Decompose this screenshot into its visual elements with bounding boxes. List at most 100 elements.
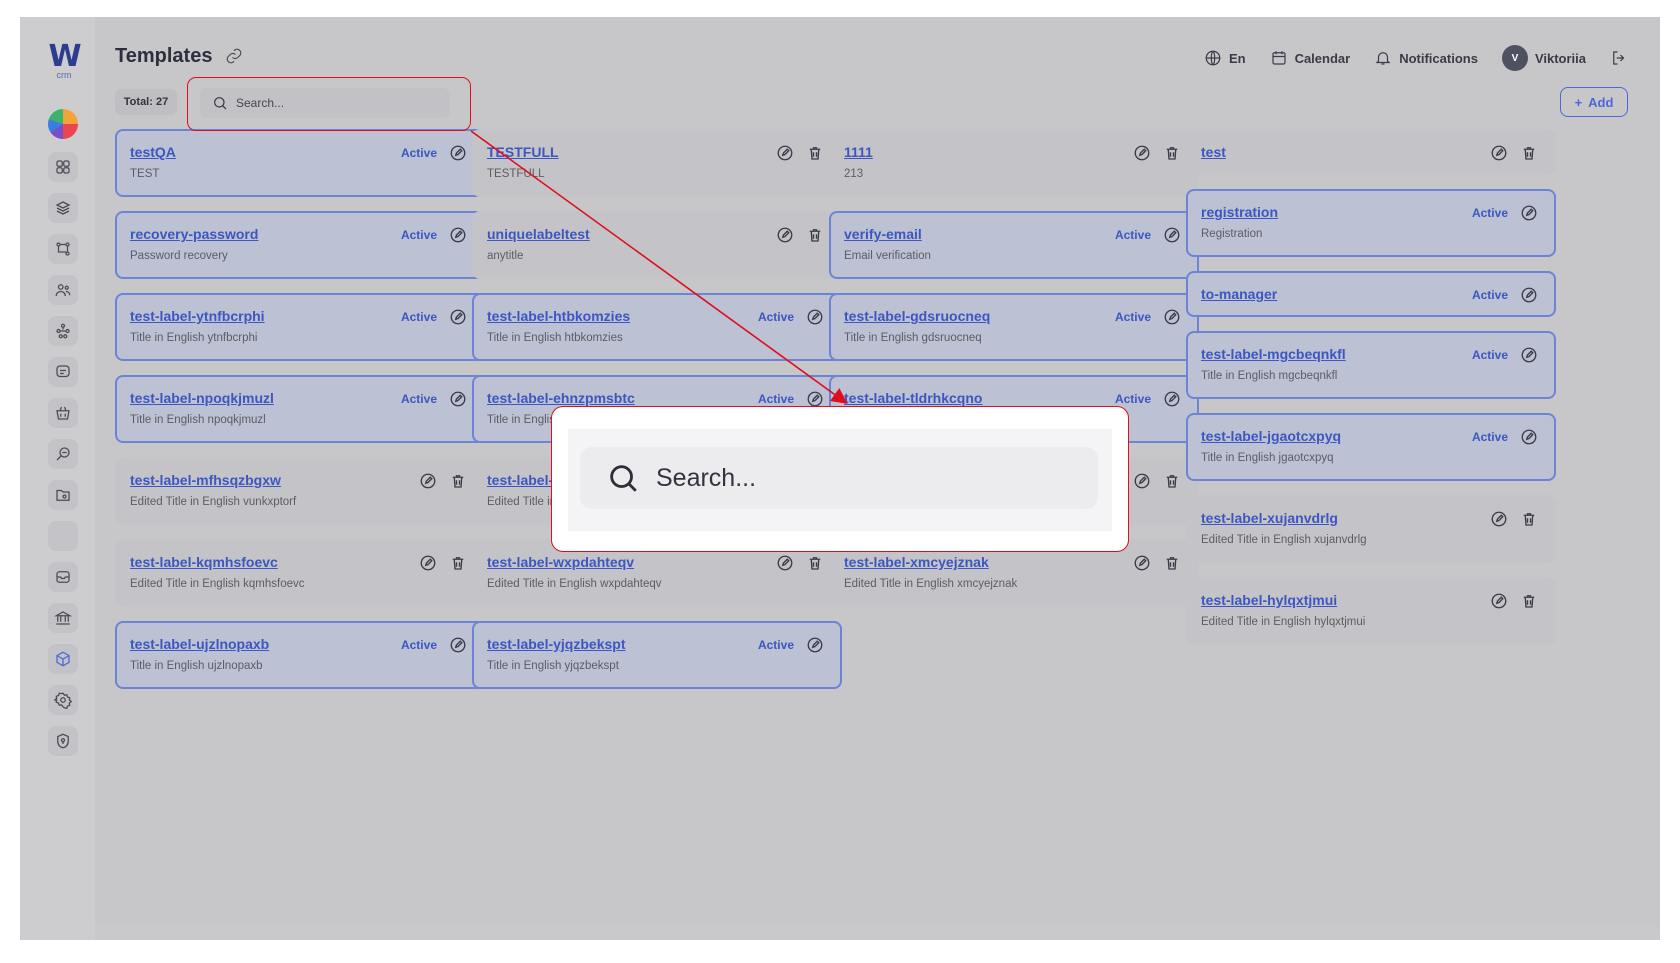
template-card[interactable]: test-label-hylqxtjmui Edited Title in Eng… (1186, 577, 1556, 645)
template-label[interactable]: test-label-tldrhkcqno (844, 390, 982, 406)
template-label[interactable]: test (1201, 144, 1226, 160)
template-label[interactable]: test-label-ujzlnopaxb (130, 636, 269, 652)
template-card[interactable]: test-label-ujzlnopaxb Title in English uj… (115, 621, 485, 689)
sidebar-item-users[interactable] (48, 275, 78, 305)
template-label[interactable]: test-label-mgcbeqnkfl (1201, 346, 1346, 362)
delete-icon[interactable] (806, 144, 826, 164)
template-card[interactable]: test-label-mgcbeqnkfl Title in English mg… (1186, 331, 1556, 399)
template-label[interactable]: to-manager (1201, 286, 1277, 302)
template-card[interactable]: uniquelabeltest anytitle (472, 211, 842, 279)
template-card[interactable]: test-label-xujanvdrlg Edited Title in Eng… (1186, 495, 1556, 563)
sidebar-item-hierarchy[interactable] (48, 234, 78, 264)
sidebar-item-inbox[interactable] (48, 562, 78, 592)
edit-icon[interactable] (1163, 226, 1183, 246)
template-label[interactable]: test-label-ehnzpmsbtc (487, 390, 635, 406)
edit-icon[interactable] (419, 472, 439, 492)
delete-icon[interactable] (1520, 144, 1540, 164)
template-card[interactable]: test-label-ytnfbcrphi Title in English yt… (115, 293, 485, 361)
edit-icon[interactable] (1490, 144, 1510, 164)
delete-icon[interactable] (1520, 510, 1540, 530)
edit-icon[interactable] (1133, 554, 1153, 574)
template-label[interactable]: 1111 (844, 144, 873, 160)
edit-icon[interactable] (1520, 428, 1540, 448)
sidebar-item-empty-slot[interactable] (48, 521, 78, 551)
edit-icon[interactable] (449, 226, 469, 246)
edit-icon[interactable] (1133, 144, 1153, 164)
sidebar-item-key-search[interactable] (48, 439, 78, 469)
template-label[interactable]: test-label-gdsruocneq (844, 308, 990, 324)
template-card[interactable]: verify-email Email verification Active (829, 211, 1199, 279)
link-icon[interactable] (225, 47, 243, 65)
template-label[interactable]: testQA (130, 144, 176, 160)
edit-icon[interactable] (449, 144, 469, 164)
template-label[interactable]: TESTFULL (487, 144, 559, 160)
edit-icon[interactable] (1490, 510, 1510, 530)
edit-icon[interactable] (1520, 204, 1540, 224)
edit-icon[interactable] (1163, 390, 1183, 410)
edit-icon[interactable] (1163, 308, 1183, 328)
sidebar-item-bank[interactable] (48, 603, 78, 633)
delete-icon[interactable] (1163, 554, 1183, 574)
edit-icon[interactable] (1133, 472, 1153, 492)
notifications-link[interactable]: Notifications (1374, 49, 1478, 67)
edit-icon[interactable] (449, 636, 469, 656)
logout-button[interactable] (1610, 49, 1628, 67)
sidebar-item-settings[interactable] (48, 685, 78, 715)
edit-icon[interactable] (806, 308, 826, 328)
delete-icon[interactable] (806, 226, 826, 246)
color-wheel-icon[interactable] (48, 109, 78, 139)
sidebar-item-folder[interactable] (48, 480, 78, 510)
edit-icon[interactable] (776, 226, 796, 246)
delete-icon[interactable] (1520, 592, 1540, 612)
template-card[interactable]: test-label-yjqzbekspt Title in English yj… (472, 621, 842, 689)
template-card[interactable]: test-label-gdsruocneq Title in English gd… (829, 293, 1199, 361)
calendar-link[interactable]: Calendar (1270, 49, 1350, 67)
template-label[interactable]: test-label-hylqxtjmui (1201, 592, 1337, 608)
template-label[interactable]: recovery-password (130, 226, 258, 242)
template-card[interactable]: test-label-htbkomzies Title in English ht… (472, 293, 842, 361)
template-label[interactable]: verify-email (844, 226, 922, 242)
user-menu[interactable]: V Viktoriia (1501, 45, 1586, 71)
template-card[interactable]: to-manager Active (1186, 271, 1556, 317)
template-label[interactable]: test-label-htbkomzies (487, 308, 630, 324)
template-label[interactable]: test-label-xujanvdrlg (1201, 510, 1338, 526)
template-label[interactable]: test-label-wxpdahteqv (487, 554, 634, 570)
template-label[interactable]: test-label-ytnfbcrphi (130, 308, 265, 324)
template-label[interactable]: test-label-yjqzbekspt (487, 636, 625, 652)
add-button[interactable]: + Add (1560, 87, 1628, 117)
delete-icon[interactable] (1163, 472, 1183, 492)
edit-icon[interactable] (1520, 346, 1540, 366)
delete-icon[interactable] (1163, 144, 1183, 164)
app-logo[interactable]: W crm (44, 42, 84, 83)
template-label[interactable]: uniquelabeltest (487, 226, 590, 242)
template-card[interactable]: recovery-password Password recovery Active (115, 211, 485, 279)
template-card[interactable]: test (1186, 129, 1556, 175)
template-card[interactable]: test-label-jgaotcxpyq Title in English jg… (1186, 413, 1556, 481)
edit-icon[interactable] (776, 554, 796, 574)
delete-icon[interactable] (449, 472, 469, 492)
zoomed-search-input[interactable]: Search... (580, 447, 1098, 509)
edit-icon[interactable] (776, 144, 796, 164)
template-card[interactable]: test-label-kqmhsfoevc Edited Title in Eng… (115, 539, 485, 607)
template-label[interactable]: test-label-mfhsqzbgxw (130, 472, 281, 488)
template-label[interactable]: test-label-jgaotcxpyq (1201, 428, 1341, 444)
template-card[interactable]: 1111 213 (829, 129, 1199, 197)
edit-icon[interactable] (806, 636, 826, 656)
template-label[interactable]: test-label-xmcyejznak (844, 554, 989, 570)
template-card[interactable]: registration Registration Active (1186, 189, 1556, 257)
edit-icon[interactable] (449, 390, 469, 410)
sidebar-item-messages[interactable] (48, 357, 78, 387)
edit-icon[interactable] (1520, 286, 1540, 306)
template-card[interactable]: test-label-mfhsqzbgxw Edited Title in Eng… (115, 457, 485, 525)
language-switcher[interactable]: En (1204, 49, 1246, 67)
edit-icon[interactable] (419, 554, 439, 574)
edit-icon[interactable] (449, 308, 469, 328)
template-label[interactable]: test-label-npoqkjmuzl (130, 390, 274, 406)
sidebar-item-basket[interactable] (48, 398, 78, 428)
template-card[interactable]: TESTFULL TESTFULL (472, 129, 842, 197)
template-label[interactable]: registration (1201, 204, 1278, 220)
delete-icon[interactable] (449, 554, 469, 574)
sidebar-item-templates-cube[interactable] (48, 644, 78, 674)
sidebar-item-org-chart[interactable] (48, 316, 78, 346)
edit-icon[interactable] (1490, 592, 1510, 612)
